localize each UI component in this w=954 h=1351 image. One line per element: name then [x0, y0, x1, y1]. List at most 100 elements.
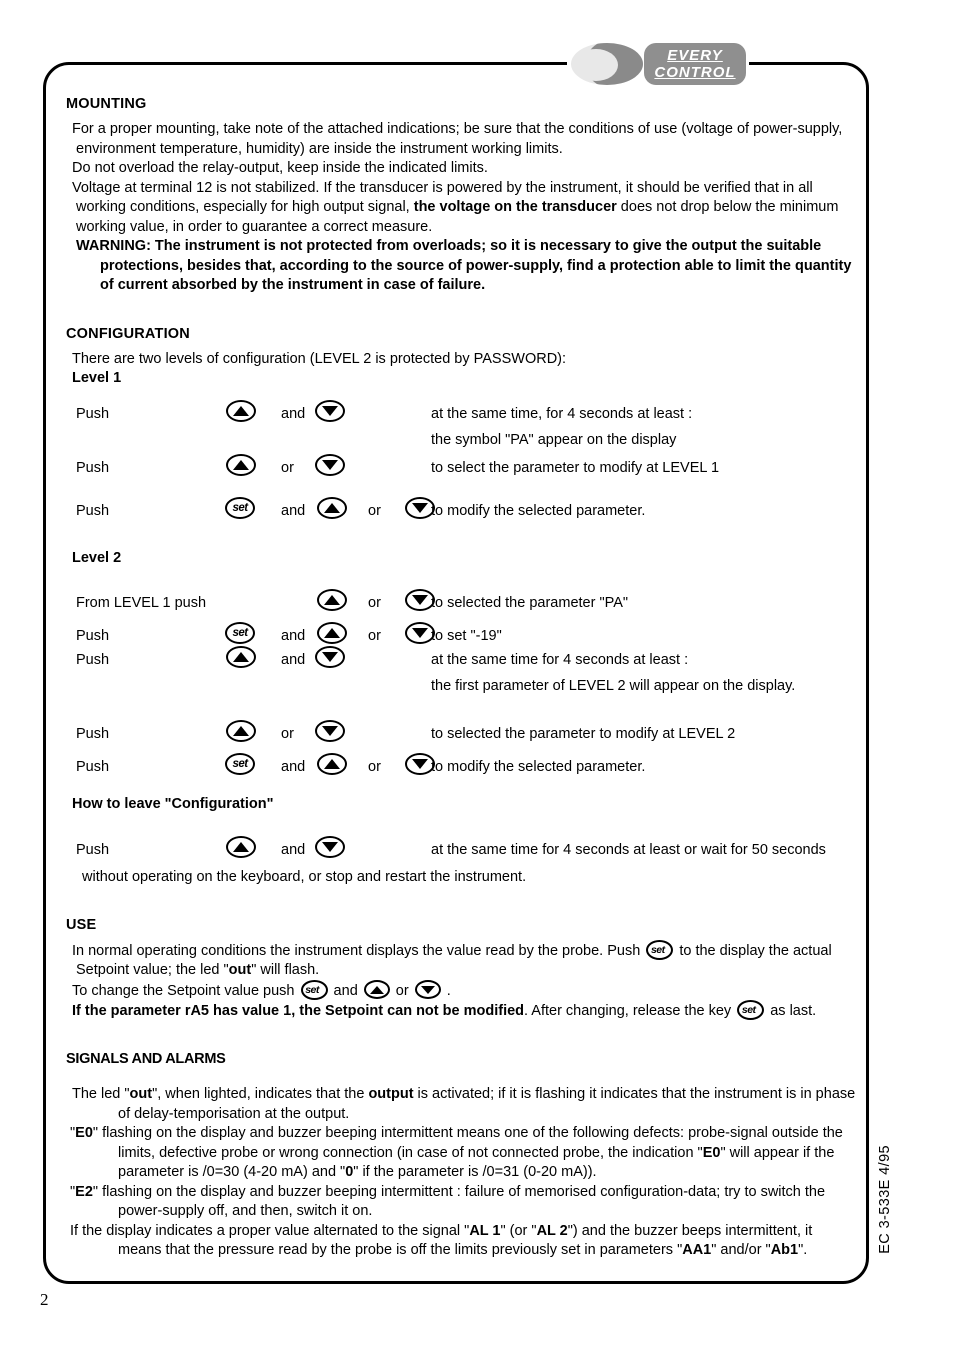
- step-push-label: Push: [76, 628, 110, 644]
- config-step-row: Push and at the same time for 4 seconds …: [66, 645, 856, 678]
- down-arrow-button-icon[interactable]: [315, 453, 345, 476]
- set-button-icon[interactable]: set: [646, 940, 674, 960]
- how-to-leave-configuration-label: How to leave "Configuration": [66, 795, 856, 815]
- use-p2-text-d: .: [442, 982, 451, 999]
- down-arrow-button-icon[interactable]: [315, 399, 345, 422]
- signals-al-text-b: " (or ": [500, 1222, 537, 1239]
- up-arrow-button-icon[interactable]: [363, 980, 390, 1000]
- set-button-icon[interactable]: set: [300, 979, 328, 1000]
- signals-led-paragraph: The led "out", when lighted, indicates t…: [66, 1085, 856, 1124]
- step-conjunction: and: [281, 759, 306, 775]
- up-arrow-button-icon[interactable]: [226, 720, 256, 742]
- set-button-icon[interactable]: set: [225, 622, 255, 644]
- step-conjunction: and: [281, 841, 306, 858]
- use-paragraph-1: In normal operating conditions the instr…: [66, 940, 856, 981]
- config-step-row: Push set and or to set "-19": [66, 621, 856, 645]
- up-arrow-button-icon[interactable]: [226, 399, 256, 422]
- use-p3-text-b: as last.: [766, 1002, 817, 1019]
- config-step-row: Push and at the same time, for 4 seconds…: [66, 399, 856, 432]
- set-button-icon[interactable]: set: [737, 1000, 765, 1021]
- step-push-label: Push: [76, 405, 110, 422]
- configuration-intro-text: There are two levels of configuration (L…: [72, 350, 567, 367]
- signals-al-bold-3: AA1: [682, 1242, 712, 1259]
- section-heading-signals-and-alarms: SIGNALS AND ALARMS: [66, 1051, 226, 1068]
- signals-e0-bold-2: E0: [702, 1144, 721, 1161]
- signals-al-text-a: If the display indicates a proper value …: [70, 1222, 470, 1239]
- step-description: to modify the selected parameter.: [431, 759, 646, 775]
- step-conjunction: or: [281, 459, 294, 476]
- signals-led-bold-output: output: [368, 1086, 414, 1103]
- signals-e2-bold-1: E2: [75, 1183, 93, 1200]
- section-heading-configuration: CONFIGURATION: [66, 325, 190, 342]
- signals-led-bold-out: out: [129, 1086, 153, 1103]
- down-arrow-button-icon[interactable]: [315, 835, 345, 858]
- down-arrow-button-icon[interactable]: [315, 646, 345, 668]
- config-step-row: Push or to selected the parameter to mod…: [66, 719, 856, 752]
- up-arrow-button-icon[interactable]: [317, 622, 347, 644]
- up-arrow-button-icon[interactable]: [317, 753, 347, 775]
- up-arrow-button-icon[interactable]: [317, 589, 347, 611]
- use-p3-text-a: . After changing, release the key: [524, 1002, 736, 1019]
- signals-e0-paragraph: "E0" flashing on the display and buzzer …: [66, 1124, 856, 1183]
- mounting-p1-text: For a proper mounting, take note of the …: [72, 121, 843, 157]
- signals-al-text-d: " and/or ": [711, 1242, 771, 1259]
- use-p1-bold: out: [228, 962, 252, 979]
- step-push-label: Push: [76, 459, 110, 476]
- step-push-label: Push: [76, 502, 110, 519]
- down-arrow-button-icon[interactable]: [414, 980, 441, 1000]
- signals-al-bold-2: AL 2: [536, 1222, 568, 1239]
- use-p2-text-b: and: [329, 982, 362, 999]
- signals-al-text-e: ".: [798, 1242, 808, 1259]
- step-description: to select the parameter to modify at LEV…: [431, 459, 720, 476]
- up-arrow-button-icon[interactable]: [226, 646, 256, 668]
- step-description: at the same time for 4 seconds at least …: [431, 841, 826, 858]
- every-control-logo: EVERY CONTROL: [567, 40, 749, 88]
- signals-e2-paragraph: "E2" flashing on the display and buzzer …: [66, 1183, 856, 1222]
- step-conjunction-2: or: [368, 502, 381, 519]
- step-description: to modify the selected parameter.: [431, 502, 646, 519]
- step-description: to selected the parameter to modify at L…: [431, 726, 736, 742]
- mounting-warning: WARNING: The instrument is not protected…: [66, 237, 856, 296]
- step-push-label: Push: [76, 726, 110, 742]
- step-push-label: Push: [76, 841, 110, 858]
- set-button-icon[interactable]: set: [225, 753, 255, 775]
- how-to-leave-configuration-text: How to leave "Configuration": [72, 796, 274, 812]
- signals-led-text-a: The led ": [72, 1086, 130, 1103]
- mounting-paragraph-1: For a proper mounting, take note of the …: [66, 120, 856, 159]
- config-step-row-continuation: the symbol "PA" appear on the display: [66, 432, 856, 453]
- step-description: at the same time for 4 seconds at least …: [431, 652, 689, 668]
- signals-e0-bold-1: E0: [75, 1125, 93, 1142]
- use-p2-text-c: or: [391, 982, 413, 999]
- step-push-label: Push: [76, 759, 110, 775]
- section-heading-mounting: MOUNTING: [66, 96, 147, 112]
- config-leave-continuation-text: without operating on the keyboard, or st…: [82, 868, 527, 885]
- step-conjunction-2: or: [368, 595, 381, 611]
- step-push-label: Push: [76, 652, 110, 668]
- every-control-logo-wordmark: EVERY CONTROL: [644, 43, 746, 85]
- step-description: at the same time, for 4 seconds at least…: [431, 405, 693, 422]
- signals-led-text-b: ", when lighted, indicates that the: [152, 1086, 369, 1103]
- mounting-p3-bold: the voltage on the transducer: [413, 199, 617, 215]
- step-conjunction: and: [281, 502, 306, 519]
- document-reference-code: EC 3-533E 4/95: [877, 1145, 893, 1254]
- level-2-label: Level 2: [66, 549, 856, 569]
- up-arrow-button-icon[interactable]: [226, 835, 256, 858]
- mounting-paragraph-2: Do not overload the relay-output, keep i…: [66, 159, 856, 179]
- step-description-line2: the symbol "PA" appear on the display: [431, 431, 677, 448]
- step-conjunction: and: [281, 405, 306, 422]
- config-step-row: Push or to select the parameter to modif…: [66, 453, 856, 486]
- config-step-row: From LEVEL 1 push or to selected the par…: [66, 588, 856, 621]
- up-arrow-button-icon[interactable]: [317, 496, 347, 519]
- level-2-label-text: Level 2: [72, 549, 122, 566]
- use-paragraph-3: If the parameter rA5 has value 1, the Se…: [66, 1000, 856, 1021]
- set-button-icon[interactable]: set: [225, 496, 255, 519]
- use-p1-text-c: " will flash.: [251, 962, 320, 979]
- up-arrow-button-icon[interactable]: [226, 453, 256, 476]
- config-step-row: Push set and or to modify the selected p…: [66, 752, 856, 785]
- step-conjunction-2: or: [368, 759, 381, 775]
- mounting-p2-text: Do not overload the relay-output, keep i…: [72, 160, 488, 176]
- logo-line-2: CONTROL: [654, 64, 736, 81]
- down-arrow-button-icon[interactable]: [315, 720, 345, 742]
- config-leave-row: Push and at the same time for 4 seconds …: [66, 835, 856, 868]
- step-conjunction: and: [281, 652, 306, 668]
